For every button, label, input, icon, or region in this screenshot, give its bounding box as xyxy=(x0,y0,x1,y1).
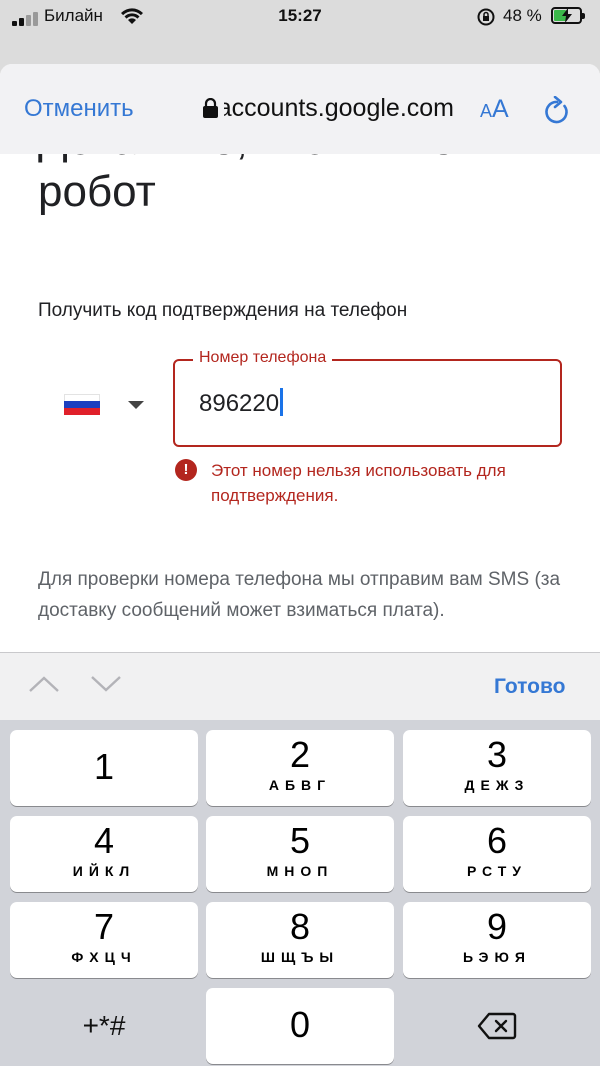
phone-input[interactable]: 896220 xyxy=(199,388,284,418)
cancel-button[interactable]: Отменить xyxy=(24,95,134,123)
sms-note: Для проверки номера телефона мы отправим… xyxy=(38,569,561,621)
key-1[interactable]: 1 xyxy=(10,730,198,806)
key-6[interactable]: 6 РСТУ xyxy=(403,816,591,892)
browser-toolbar: Отменить accounts.google.com AA xyxy=(0,64,600,154)
backspace-icon xyxy=(477,1012,517,1040)
backspace-key[interactable] xyxy=(403,988,591,1064)
reload-icon[interactable] xyxy=(543,95,571,131)
rotation-lock-icon xyxy=(476,7,496,32)
text-caret xyxy=(280,388,284,416)
phone-field-label: Номер телефона xyxy=(193,349,333,367)
dropdown-arrow-icon xyxy=(128,401,144,409)
key-7[interactable]: 7 ФХЦЧ xyxy=(10,902,198,978)
country-picker[interactable] xyxy=(64,394,144,418)
page-content: Докажите, что вы не робот Получить код п… xyxy=(0,154,600,654)
chevron-down-icon[interactable] xyxy=(90,675,122,698)
keyboard-accessory-bar: Готово xyxy=(0,652,600,720)
symbols-key[interactable]: +*# xyxy=(10,988,198,1064)
key-0[interactable]: 0 xyxy=(206,988,394,1064)
battery-percent: 48 % xyxy=(503,6,542,25)
key-8[interactable]: 8 ШЩЪЫ xyxy=(206,902,394,978)
numeric-keypad: 1 2 АБВГ 3 ДЕЖЗ 4 ИЙКЛ 5 МНОП 6 РСТУ 7 ФХЦЧ 8Ш… xyxy=(0,720,600,1066)
browser-sheet: Отменить accounts.google.com AA Докажите… xyxy=(0,64,600,1066)
address-bar[interactable]: accounts.google.com xyxy=(224,94,454,123)
status-bar: Билайн 15:27 48 % xyxy=(0,0,600,36)
russia-flag-icon xyxy=(64,394,100,415)
page-subtitle: Получить код подтверждения на телефон xyxy=(38,300,408,321)
key-3[interactable]: 3 ДЕЖЗ xyxy=(403,730,591,806)
error-icon: ! xyxy=(175,459,197,481)
text-size-button[interactable]: AA xyxy=(480,95,509,124)
phone-number-field[interactable]: Номер телефона 896220 xyxy=(173,349,562,447)
chevron-up-icon[interactable] xyxy=(28,675,60,698)
key-5[interactable]: 5 МНОП xyxy=(206,816,394,892)
key-2[interactable]: 2 АБВГ xyxy=(206,730,394,806)
error-message: Этот номер нельзя использовать для подтв… xyxy=(211,461,506,505)
done-button[interactable]: Готово xyxy=(494,675,565,699)
key-4[interactable]: 4 ИЙКЛ xyxy=(10,816,198,892)
battery-icon xyxy=(551,7,585,24)
lock-icon xyxy=(203,97,218,123)
key-9[interactable]: 9 ЬЭЮЯ xyxy=(403,902,591,978)
page-title: Докажите, что вы не робот xyxy=(38,154,455,216)
